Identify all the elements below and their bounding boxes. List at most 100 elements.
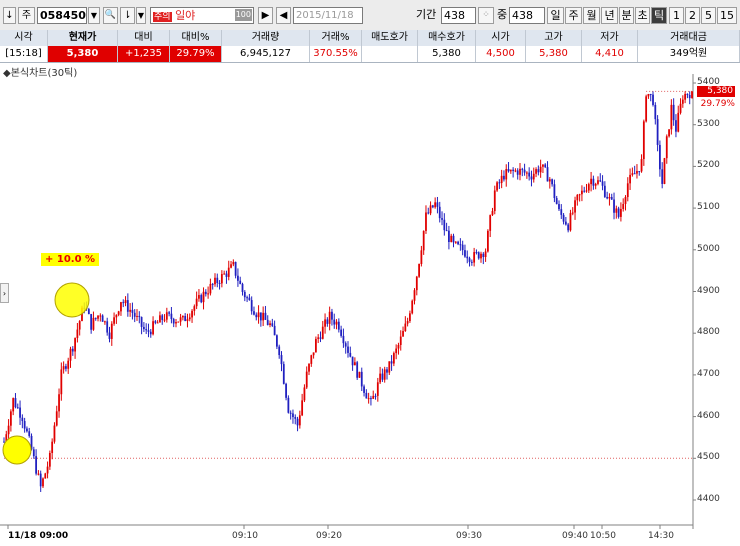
period-button-minute[interactable]: 분 bbox=[619, 7, 634, 24]
market-selector[interactable]: 주 bbox=[18, 7, 35, 24]
period-button-1[interactable]: 1 bbox=[669, 7, 684, 24]
candle-body bbox=[360, 371, 363, 387]
candle-body bbox=[484, 251, 487, 257]
period-button-year[interactable]: 년 bbox=[601, 7, 618, 24]
candle-body bbox=[200, 295, 203, 303]
candle-body bbox=[652, 94, 654, 105]
candle-body bbox=[328, 311, 331, 324]
candle-body bbox=[51, 441, 54, 453]
candle-body bbox=[409, 313, 411, 322]
y-tick-label: 4400 bbox=[697, 494, 720, 504]
period-button-second[interactable]: 초 bbox=[635, 7, 650, 24]
candle-body bbox=[656, 119, 659, 145]
candle-body bbox=[436, 202, 439, 207]
candle-body bbox=[7, 425, 10, 435]
candle-body bbox=[191, 310, 193, 318]
current-price-pct: 29.79% bbox=[700, 99, 735, 109]
candle-body bbox=[154, 321, 157, 323]
candle-body bbox=[347, 346, 349, 353]
period-button-2[interactable]: 2 bbox=[685, 7, 700, 24]
settings-icon[interactable]: ⁘ bbox=[478, 7, 494, 24]
candle-body bbox=[583, 190, 586, 192]
candle-body bbox=[76, 329, 79, 339]
sort-icon[interactable]: ⇂ bbox=[120, 7, 135, 24]
period-button-day[interactable]: 일 bbox=[547, 7, 564, 24]
candle-body bbox=[53, 425, 56, 442]
period-input[interactable]: 438 bbox=[441, 7, 476, 24]
candle-body bbox=[87, 309, 90, 315]
price-chart bbox=[0, 74, 696, 529]
candle-body bbox=[161, 315, 164, 320]
candle-body bbox=[516, 170, 519, 175]
candle-body bbox=[58, 394, 60, 412]
candle-body bbox=[216, 277, 219, 283]
candle-body bbox=[340, 329, 343, 336]
candle-body bbox=[631, 173, 634, 175]
candle-body bbox=[427, 212, 430, 214]
candle-body bbox=[234, 261, 237, 276]
period-button-15[interactable]: 15 bbox=[717, 7, 737, 24]
period-button-5[interactable]: 5 bbox=[701, 7, 716, 24]
y-tick-label: 5300 bbox=[697, 118, 720, 129]
zoom-input[interactable]: 438 bbox=[509, 7, 545, 24]
quote-change-pct: 29.79% bbox=[170, 46, 222, 62]
candle-body bbox=[298, 415, 301, 426]
period-button-week[interactable]: 주 bbox=[565, 7, 582, 24]
code-dropdown-icon[interactable]: ▼ bbox=[88, 7, 100, 24]
candle-body bbox=[14, 398, 17, 408]
candle-body bbox=[214, 277, 216, 285]
search-icon[interactable]: 🔍 bbox=[103, 7, 118, 24]
quote-current-price: 5,380 bbox=[48, 46, 118, 62]
candle-body bbox=[170, 313, 173, 320]
stock-code-input[interactable]: 058450 bbox=[37, 7, 87, 24]
candle-body bbox=[528, 172, 531, 177]
y-tick-label: 5100 bbox=[697, 202, 720, 213]
x-tick-label: 10:50 bbox=[590, 531, 616, 541]
y-tick-label: 4700 bbox=[697, 368, 720, 379]
candle-body bbox=[668, 129, 670, 137]
toolbar: ↓ 주 058450 ▼ 🔍 ⇂ ▼ 주의 일야 100 ▶ ◀ 2015/11… bbox=[0, 0, 740, 31]
prev-arrow-icon[interactable]: ◀ bbox=[276, 7, 291, 24]
candle-body bbox=[312, 352, 315, 356]
candle-body bbox=[9, 411, 12, 426]
period-button-tick[interactable]: 틱 bbox=[651, 7, 667, 24]
candle-body bbox=[94, 317, 97, 319]
next-arrow-icon[interactable]: ▶ bbox=[258, 7, 273, 24]
sort-dropdown-icon[interactable]: ▼ bbox=[136, 7, 146, 24]
candle-body bbox=[601, 181, 604, 186]
candle-body bbox=[392, 353, 395, 364]
quote-volume-pct: 370.55% bbox=[310, 46, 362, 62]
candle-body bbox=[239, 280, 242, 284]
candle-body bbox=[448, 230, 450, 243]
candle-body bbox=[429, 205, 432, 214]
candle-body bbox=[379, 373, 382, 383]
header-volume: 거래량 bbox=[222, 30, 310, 46]
candle-body bbox=[278, 346, 281, 356]
date-input[interactable]: 2015/11/18 bbox=[293, 7, 363, 24]
header-amount: 거래대금 bbox=[638, 30, 740, 46]
candle-body bbox=[613, 199, 615, 213]
candle-body bbox=[319, 337, 322, 339]
header-change: 대비 bbox=[118, 30, 170, 46]
period-button-month[interactable]: 월 bbox=[583, 7, 600, 24]
quote-open: 4,500 bbox=[476, 46, 526, 62]
candle-body bbox=[507, 169, 510, 172]
candle-body bbox=[413, 290, 416, 301]
candle-body bbox=[640, 159, 643, 172]
candle-body bbox=[349, 352, 352, 357]
candle-body bbox=[314, 338, 317, 353]
candle-body bbox=[482, 253, 485, 257]
arrow-down-icon[interactable]: ↓ bbox=[3, 7, 16, 24]
x-tick-label: 09:30 bbox=[456, 531, 482, 541]
candle-body bbox=[269, 323, 271, 325]
candle-body bbox=[454, 241, 457, 243]
header-time: 시각 bbox=[0, 30, 48, 46]
candle-body bbox=[113, 317, 115, 324]
candle-body bbox=[241, 283, 244, 292]
candle-body bbox=[37, 473, 40, 475]
candle-body bbox=[26, 428, 28, 432]
quote-change: +1,235 bbox=[118, 46, 170, 62]
candle-body bbox=[636, 171, 638, 174]
candle-body bbox=[273, 325, 276, 336]
candle-body bbox=[28, 431, 31, 436]
